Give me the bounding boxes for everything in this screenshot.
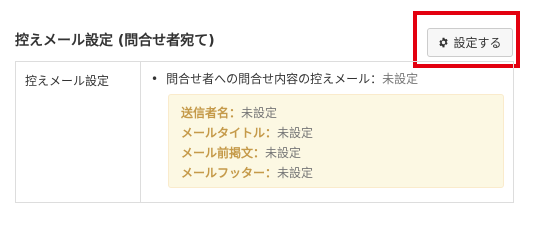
settings-table: 控えメール設定 • 問合せ者への問合せ内容の控えメール：未設定 送信者名：未設定 … [15, 61, 514, 203]
bullet-text: 問合せ者への問合せ内容の控えメール： [166, 72, 383, 86]
detail-key: メールタイトル： [181, 126, 278, 140]
row-value: • 問合せ者への問合せ内容の控えメール：未設定 送信者名：未設定 メールタイトル：… [141, 62, 513, 202]
settings-button-label: 設定する [453, 36, 502, 50]
detail-key: 送信者名： [181, 106, 242, 120]
detail-row-title: メールタイトル：未設定 [181, 123, 503, 143]
settings-button[interactable]: 設定する [427, 28, 513, 57]
detail-value: 未設定 [277, 126, 314, 140]
detail-key: メールフッター： [181, 166, 278, 180]
detail-row-footer: メールフッター：未設定 [181, 163, 503, 183]
detail-value: 未設定 [241, 106, 278, 120]
mail-detail-box: 送信者名：未設定 メールタイトル：未設定 メール前掲文：未設定 メールフッター：… [168, 94, 504, 188]
detail-row-preamble: メール前掲文：未設定 [181, 143, 503, 163]
detail-value: 未設定 [277, 166, 314, 180]
bullet-dot: • [151, 72, 159, 86]
detail-value: 未設定 [265, 146, 302, 160]
detail-key: メール前掲文： [181, 146, 266, 160]
section-title: 控えメール設定 (問合せ者宛て) [15, 33, 215, 49]
bullet-status: 未設定 [382, 72, 419, 86]
row-label: 控えメール設定 [16, 62, 141, 202]
bullet-item: • 問合せ者への問合せ内容の控えメール：未設定 [151, 70, 418, 87]
gear-icon [438, 37, 449, 48]
detail-row-sender: 送信者名：未設定 [181, 103, 503, 123]
